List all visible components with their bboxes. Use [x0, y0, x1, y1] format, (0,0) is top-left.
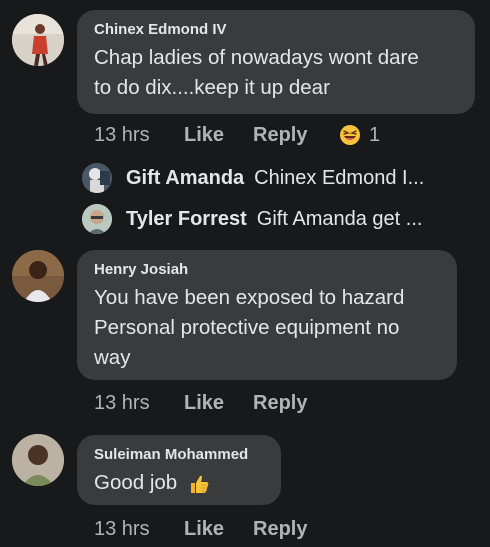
- avatar[interactable]: [12, 434, 64, 486]
- avatar: [82, 163, 112, 193]
- comment-text-line: Chap ladies of nowadays wont dare: [94, 46, 419, 69]
- avatar-photo-icon: [12, 14, 64, 66]
- reply-preview-text: Gift Amanda get ...: [256, 207, 423, 230]
- reply-button[interactable]: Reply: [253, 518, 339, 541]
- comment-text-line: to do dix....keep it up dear: [94, 76, 330, 99]
- comment-text-line: You have been exposed to hazard: [94, 286, 405, 309]
- timestamp[interactable]: 13 hrs: [94, 124, 184, 147]
- comment-actions: 13 hrs Like Reply: [94, 516, 339, 542]
- reaction-summary[interactable]: 1: [339, 124, 380, 147]
- comment-actions: 13 hrs Like Reply 1: [94, 122, 380, 148]
- avatar-photo-icon: [82, 163, 112, 193]
- avatar-photo-icon: [82, 204, 112, 234]
- like-button[interactable]: Like: [184, 392, 253, 415]
- comment-text-line: way: [94, 346, 131, 369]
- avatar-photo-icon: [12, 250, 64, 302]
- thumbs-up-emoji-icon: [190, 475, 209, 493]
- timestamp[interactable]: 13 hrs: [94, 392, 184, 415]
- reply-preview[interactable]: Gift Amanda Chinex Edmond I...: [82, 162, 424, 194]
- commenter-name[interactable]: Henry Josiah: [94, 260, 440, 280]
- comment-bubble[interactable]: Henry Josiah You have been exposed to ha…: [77, 250, 457, 380]
- reply-button[interactable]: Reply: [253, 392, 339, 415]
- commenter-name[interactable]: Suleiman Mohammed: [94, 445, 264, 465]
- commenter-name[interactable]: Chinex Edmond IV: [94, 20, 458, 40]
- avatar[interactable]: [12, 14, 64, 66]
- comment-text: You have been exposed to hazard Personal…: [94, 283, 440, 373]
- comment-bubble[interactable]: Suleiman Mohammed Good job: [77, 435, 281, 505]
- reply-author-name[interactable]: Gift Amanda: [126, 167, 244, 190]
- reply-preview[interactable]: Tyler Forrest Gift Amanda get ...: [82, 203, 422, 235]
- comment-actions: 13 hrs Like Reply: [94, 390, 339, 416]
- avatar[interactable]: [12, 250, 64, 302]
- avatar-photo-icon: [12, 434, 64, 486]
- comment-text-content: Good job: [94, 471, 178, 494]
- reaction-count: 1: [369, 123, 381, 146]
- like-button[interactable]: Like: [184, 518, 253, 541]
- comment-bubble[interactable]: Chinex Edmond IV Chap ladies of nowadays…: [77, 10, 475, 114]
- comment-text-line: Personal protective equipment no: [94, 316, 400, 339]
- like-button[interactable]: Like: [184, 124, 253, 147]
- reply-preview-text: Chinex Edmond I...: [254, 166, 425, 189]
- laughing-emoji-icon: [340, 125, 360, 145]
- comment-text: Good job: [94, 468, 264, 498]
- comment-text: Chap ladies of nowadays wont dare to do …: [94, 43, 458, 103]
- reply-button[interactable]: Reply: [253, 124, 339, 147]
- timestamp[interactable]: 13 hrs: [94, 518, 184, 541]
- avatar: [82, 204, 112, 234]
- reply-author-name[interactable]: Tyler Forrest: [126, 208, 247, 231]
